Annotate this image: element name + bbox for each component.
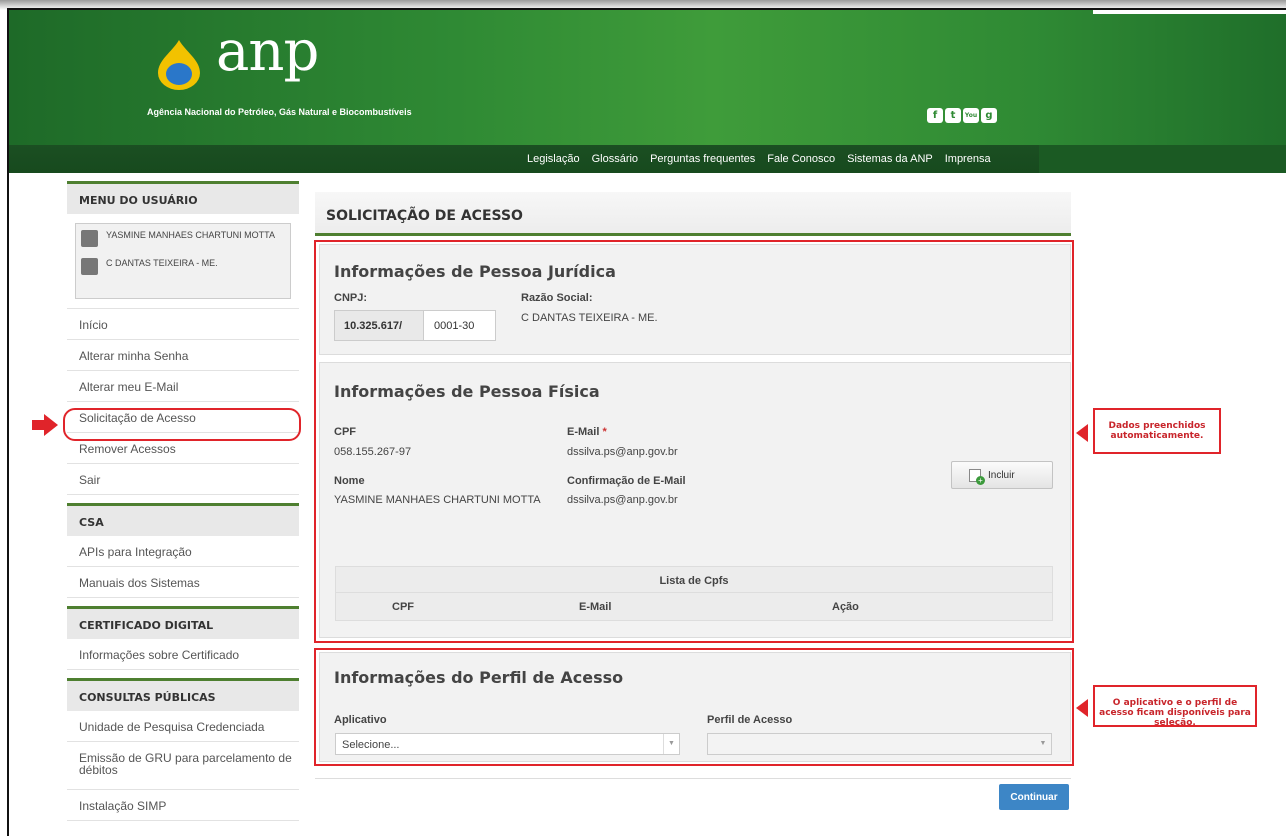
sidebar-item-manuais[interactable]: Manuais dos Sistemas <box>67 567 299 598</box>
sidebar-gap <box>67 670 299 678</box>
site-header: anp Agência Nacional do Petróleo, Gás Na… <box>9 10 1286 145</box>
drop-icon <box>158 40 200 90</box>
briefcase-icon <box>81 258 98 275</box>
highlight-box-perfil <box>314 648 1074 766</box>
callout-arrow-icon <box>1076 699 1088 717</box>
user-name: YASMINE MANHAES CHARTUNI MOTTA <box>106 230 276 240</box>
continuar-button[interactable]: Continuar <box>999 784 1069 810</box>
sidebar-item-sair[interactable]: Sair <box>67 464 299 495</box>
sidebar-item-apis[interactable]: APIs para Integração <box>67 536 299 567</box>
nav-perguntas[interactable]: Perguntas frequentes <box>650 153 755 165</box>
callout-auto-filled: Dados preenchidos automaticamente. <box>1093 408 1221 454</box>
nav-links: Legislação Glossário Perguntas frequente… <box>527 153 991 165</box>
sidebar-item-simp[interactable]: Instalação SIMP <box>67 790 299 821</box>
cert-title: CERTIFICADO DIGITAL <box>67 606 299 639</box>
nav-glossario[interactable]: Glossário <box>592 153 638 165</box>
sidebar: MENU DO USUÁRIO YASMINE MANHAES CHARTUNI… <box>67 181 299 821</box>
user-row: YASMINE MANHAES CHARTUNI MOTTA <box>81 230 286 247</box>
sidebar-item-email[interactable]: Alterar meu E-Mail <box>67 371 299 402</box>
header-corner <box>1093 10 1286 14</box>
company-row: C DANTAS TEIXEIRA - ME. <box>81 258 218 275</box>
twitter-icon[interactable]: t <box>945 108 961 123</box>
consultas-title: CONSULTAS PÚBLICAS <box>67 678 299 711</box>
nav-imprensa[interactable]: Imprensa <box>945 153 991 165</box>
divider <box>315 778 1071 779</box>
csa-title: CSA <box>67 503 299 536</box>
nav-sistemas[interactable]: Sistemas da ANP <box>847 153 933 165</box>
social-links: f t You g <box>927 108 997 123</box>
logo-text: anp <box>216 19 319 84</box>
nav-legislacao[interactable]: Legislação <box>527 153 580 165</box>
sidebar-item-senha[interactable]: Alterar minha Senha <box>67 340 299 371</box>
logo-subtitle: Agência Nacional do Petróleo, Gás Natura… <box>147 107 412 117</box>
highlight-oval <box>63 408 301 441</box>
highlight-box-pessoa <box>314 240 1074 643</box>
nav-filler <box>1039 145 1286 173</box>
pointer-arrow-icon <box>32 414 58 436</box>
youtube-icon[interactable]: You <box>963 108 979 123</box>
browser-frame: anp Agência Nacional do Petróleo, Gás Na… <box>7 8 1286 836</box>
sidebar-gap <box>67 495 299 503</box>
page-title: SOLICITAÇÃO DE ACESSO <box>326 208 523 224</box>
sidebar-item-unidade[interactable]: Unidade de Pesquisa Credenciada <box>67 711 299 742</box>
company-name: C DANTAS TEIXEIRA - ME. <box>106 258 218 268</box>
top-nav: Legislação Glossário Perguntas frequente… <box>9 145 1286 173</box>
nav-fale-conosco[interactable]: Fale Conosco <box>767 153 835 165</box>
callout-arrow-icon <box>1076 424 1088 442</box>
sidebar-item-certificado[interactable]: Informações sobre Certificado <box>67 639 299 670</box>
user-menu-title: MENU DO USUÁRIO <box>67 181 299 214</box>
facebook-icon[interactable]: f <box>927 108 943 123</box>
sidebar-item-inicio[interactable]: Início <box>67 309 299 340</box>
page-title-bar: SOLICITAÇÃO DE ACESSO <box>315 192 1071 236</box>
user-icon <box>81 230 98 247</box>
sidebar-gap <box>67 598 299 606</box>
flickr-icon[interactable]: g <box>981 108 997 123</box>
user-box: YASMINE MANHAES CHARTUNI MOTTA C DANTAS … <box>75 223 291 299</box>
user-box-wrap: YASMINE MANHAES CHARTUNI MOTTA C DANTAS … <box>67 214 299 309</box>
sidebar-item-gru[interactable]: Emissão de GRU para parcelamento de débi… <box>67 742 299 790</box>
callout-selection: O aplicativo e o perfil de acesso ficam … <box>1093 685 1257 728</box>
